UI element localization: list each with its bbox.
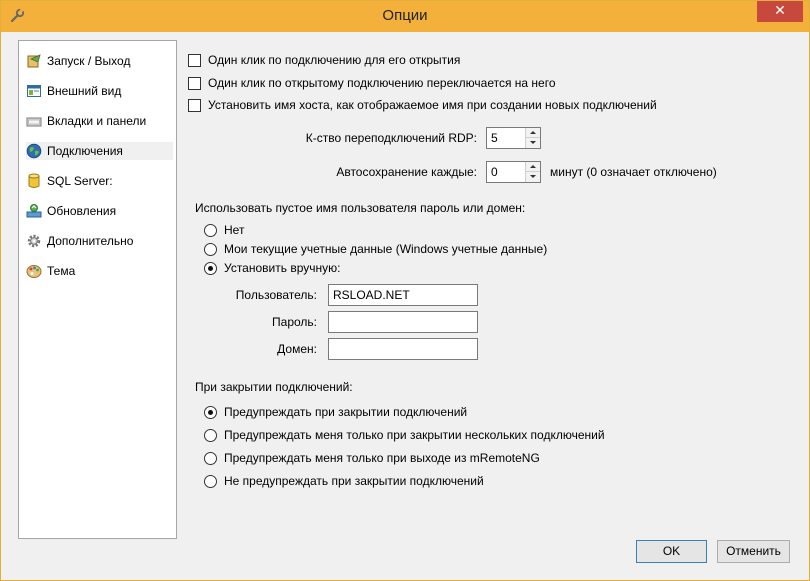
warn-multiple-label: Предупреждать меня только при закрытии н… bbox=[224, 428, 605, 442]
connections-panel: Один клик по подключению для его открыти… bbox=[177, 40, 797, 539]
autosave-value[interactable]: 0 bbox=[491, 165, 498, 179]
options-sidebar: Запуск / Выход Внешний вид Вкладки и пан… bbox=[18, 40, 177, 539]
sidebar-item-startup[interactable]: Запуск / Выход bbox=[26, 52, 173, 70]
decrement-button[interactable] bbox=[526, 172, 540, 182]
ok-button[interactable]: OK bbox=[636, 540, 707, 563]
single-click-switch-checkbox[interactable] bbox=[188, 77, 201, 90]
sidebar-item-tabs-panels[interactable]: Вкладки и панели bbox=[26, 112, 173, 130]
sidebar-item-label: Тема bbox=[47, 264, 76, 278]
credentials-windows-radio[interactable] bbox=[204, 243, 217, 256]
sidebar-item-appearance[interactable]: Внешний вид bbox=[26, 82, 173, 100]
title-bar: Опции ✕ bbox=[1, 1, 809, 32]
no-warn-label: Не предупреждать при закрытии подключени… bbox=[224, 474, 484, 488]
window-title: Опции bbox=[382, 7, 428, 24]
options-window: Опции ✕ Запуск / Выход Внешний вид Вклад… bbox=[0, 0, 810, 581]
sidebar-item-label: Подключения bbox=[47, 144, 123, 158]
single-click-open-checkbox[interactable] bbox=[188, 54, 201, 67]
user-field[interactable]: RSLOAD.NET bbox=[328, 284, 478, 306]
sidebar-item-sql-server[interactable]: SQL Server: bbox=[26, 172, 173, 190]
updates-icon bbox=[26, 204, 42, 218]
sidebar-item-label: Внешний вид bbox=[47, 84, 122, 98]
warn-on-close-radio[interactable] bbox=[204, 406, 217, 419]
no-warn-radio[interactable] bbox=[204, 475, 217, 488]
credentials-none-label: Нет bbox=[224, 223, 245, 237]
warn-on-close-label: Предупреждать при закрытии подключений bbox=[224, 405, 468, 419]
user-label: Пользователь: bbox=[235, 288, 317, 302]
single-click-open-label: Один клик по подключению для его открыти… bbox=[208, 53, 461, 67]
warn-multiple-radio[interactable] bbox=[204, 429, 217, 442]
database-icon bbox=[28, 173, 40, 188]
close-button[interactable]: ✕ bbox=[757, 1, 803, 22]
single-click-switch-label: Один клик по открытому подключению перек… bbox=[208, 76, 556, 90]
sidebar-item-theme[interactable]: Тема bbox=[26, 262, 173, 280]
chevron-down-icon bbox=[530, 141, 536, 144]
increment-button[interactable] bbox=[526, 128, 540, 138]
rdp-reconnect-value[interactable]: 5 bbox=[491, 131, 498, 145]
rdp-reconnect-stepper[interactable]: 5 bbox=[486, 127, 541, 149]
warn-on-exit-radio[interactable] bbox=[204, 452, 217, 465]
appearance-icon bbox=[27, 85, 41, 97]
domain-field[interactable] bbox=[328, 338, 478, 360]
tabs-panels-icon bbox=[26, 117, 42, 127]
sidebar-item-label: SQL Server: bbox=[47, 174, 113, 188]
sidebar-item-label: Запуск / Выход bbox=[47, 54, 131, 68]
password-label: Пароль: bbox=[272, 315, 317, 329]
domain-label: Домен: bbox=[277, 342, 317, 356]
sidebar-item-label: Обновления bbox=[47, 204, 117, 218]
autosave-label: Автосохранение каждые: bbox=[336, 165, 477, 179]
user-value[interactable]: RSLOAD.NET bbox=[333, 288, 410, 302]
chevron-down-icon bbox=[530, 175, 536, 178]
empty-credentials-heading: Использовать пустое имя пользователя пар… bbox=[195, 201, 526, 215]
credentials-manual-radio[interactable] bbox=[204, 262, 217, 275]
sidebar-item-connections[interactable]: Подключения bbox=[26, 142, 173, 160]
sidebar-item-label: Дополнительно bbox=[47, 234, 134, 248]
palette-icon bbox=[26, 265, 42, 278]
chevron-up-icon bbox=[530, 131, 536, 134]
hostname-as-name-label: Установить имя хоста, как отображаемое и… bbox=[208, 98, 657, 112]
sidebar-item-updates[interactable]: Обновления bbox=[26, 202, 173, 220]
credentials-none-radio[interactable] bbox=[204, 224, 217, 237]
credentials-windows-label: Мои текущие учетные данные (Windows учет… bbox=[224, 242, 548, 256]
sidebar-item-advanced[interactable]: Дополнительно bbox=[26, 232, 173, 250]
decrement-button[interactable] bbox=[526, 138, 540, 148]
startup-icon bbox=[27, 54, 41, 68]
cancel-button[interactable]: Отменить bbox=[717, 540, 790, 563]
on-close-heading: При закрытии подключений: bbox=[195, 380, 353, 394]
close-icon[interactable]: ✕ bbox=[774, 3, 786, 19]
globe-icon bbox=[26, 143, 42, 159]
increment-button[interactable] bbox=[526, 162, 540, 172]
hostname-as-name-checkbox[interactable] bbox=[188, 99, 201, 112]
autosave-suffix: минут (0 означает отключено) bbox=[550, 165, 717, 179]
autosave-stepper[interactable]: 0 bbox=[486, 161, 541, 183]
chevron-up-icon bbox=[530, 165, 536, 168]
credentials-manual-label: Установить вручную: bbox=[224, 261, 341, 275]
warn-on-exit-label: Предупреждать меня только при выходе из … bbox=[224, 451, 540, 465]
password-field[interactable] bbox=[328, 311, 478, 333]
sidebar-item-label: Вкладки и панели bbox=[47, 114, 147, 128]
rdp-reconnect-label: К-ство переподключений RDP: bbox=[305, 131, 477, 145]
gear-icon bbox=[27, 234, 41, 248]
